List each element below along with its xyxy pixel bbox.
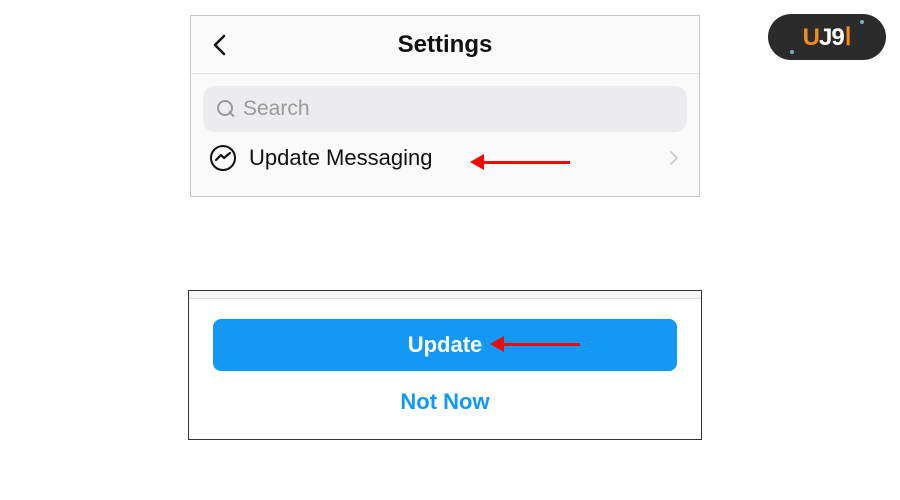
row-label: Update Messaging	[249, 145, 432, 171]
update-button-label: Update	[408, 332, 483, 358]
chevron-right-icon	[669, 132, 679, 184]
settings-header: Settings	[191, 16, 699, 74]
search-placeholder: Search	[243, 97, 310, 121]
brand-logo-text: UJا9	[803, 23, 852, 52]
page-title: Settings	[398, 31, 493, 59]
logo-decor-dot	[790, 50, 794, 54]
chevron-left-icon	[211, 33, 229, 57]
logo-decor-dot	[860, 20, 864, 24]
not-now-label: Not Now	[400, 389, 489, 414]
settings-body: Search Update Messaging	[191, 74, 699, 196]
update-button[interactable]: Update	[213, 319, 677, 371]
not-now-button[interactable]: Not Now	[213, 389, 677, 415]
row-update-messaging[interactable]: Update Messaging	[203, 132, 687, 184]
update-prompt-panel: Update Not Now	[188, 290, 702, 440]
prompt-body: Update Not Now	[189, 299, 701, 439]
search-input[interactable]: Search	[203, 86, 687, 132]
back-button[interactable]	[211, 16, 229, 73]
messenger-icon	[209, 144, 237, 172]
settings-panel: Settings Search Update Messaging	[190, 15, 700, 197]
search-icon	[217, 100, 235, 118]
brand-logo: UJا9	[768, 14, 886, 60]
panel-divider	[189, 291, 701, 299]
